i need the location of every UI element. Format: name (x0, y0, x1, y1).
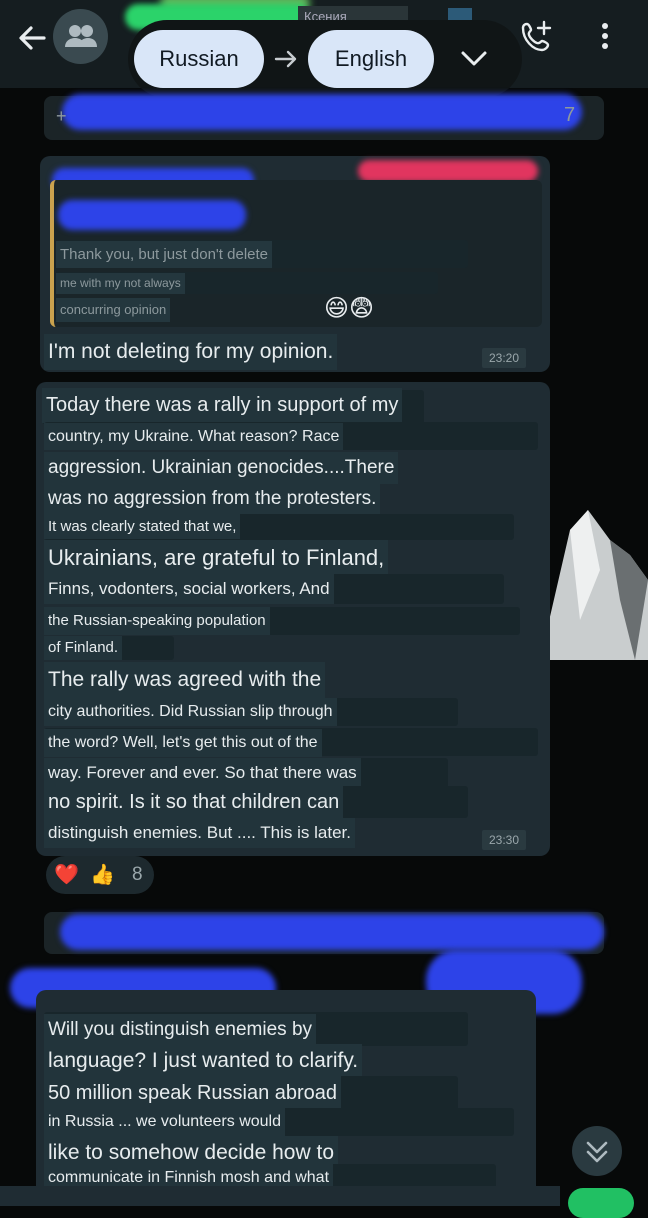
quoted-line: concurring opinion (56, 298, 171, 322)
reaction-count: 8 (132, 864, 143, 885)
message-line: It was clearly stated that we, (44, 514, 241, 539)
message-timestamp: 23:20 (482, 348, 526, 368)
message-line: 50 million speak Russian abroad (44, 1076, 342, 1110)
message-line: Ukrainians, are grateful to Finland, (44, 540, 389, 576)
thumbs-up-emoji: 👍 (90, 864, 115, 886)
more-vert-icon[interactable] (596, 20, 614, 52)
message-line: country, my Ukraine. What reason? Race (44, 423, 344, 450)
wallpaper-mountain (540, 500, 648, 660)
message-line: was no aggression from the protesters. (44, 483, 381, 515)
message-line: Finns, vodonters, social workers, And (44, 574, 334, 604)
double-chevron-down-icon (586, 1141, 608, 1163)
quoted-line: Thank you, but just don't delete (56, 241, 273, 268)
message-line: aggression. Ukrainian genocides....There (44, 452, 399, 484)
message-line: Will you distinguish enemies by (44, 1014, 317, 1046)
message-line: in Russia ... we volunteers would (44, 1108, 285, 1136)
message-line: city authorities. Did Russian slip throu… (44, 698, 337, 726)
redacted-quoted-sender (58, 200, 246, 230)
message-line: distinguish enemies. But .... This is la… (44, 818, 355, 848)
heart-emoji: ❤️ (54, 864, 79, 886)
message-line: Today there was a rally in support of my (42, 388, 403, 423)
source-language-button[interactable]: Russian (134, 30, 264, 88)
message-line: The rally was agreed with the (44, 662, 326, 698)
input-bar-edge (0, 1186, 560, 1206)
group-avatar-icon (65, 25, 97, 47)
redacted-phone-number (62, 94, 582, 130)
message-line: no spirit. Is it so that children can (44, 786, 344, 818)
redacted-phone-number (60, 914, 604, 950)
arrow-right-icon (274, 50, 297, 68)
action-button[interactable] (568, 1188, 634, 1218)
redacted-sender-tag (358, 160, 538, 182)
quoted-line: me with my not always (56, 273, 185, 294)
back-arrow-icon[interactable] (14, 20, 50, 56)
quoted-emoji: 😄😨 (324, 295, 375, 322)
message-timestamp: 23:30 (482, 830, 526, 850)
target-language-button[interactable]: English (308, 30, 434, 88)
message-line: the word? Well, let's get this out of th… (44, 729, 322, 757)
message-line: the Russian-speaking population (44, 607, 270, 635)
message-line: language? I just wanted to clarify. (44, 1044, 363, 1078)
message-line: way. Forever and ever. So that there was (44, 758, 361, 788)
phone-suffix: 7 (564, 104, 576, 126)
add-call-icon[interactable] (519, 18, 555, 54)
avatar[interactable] (53, 9, 108, 64)
chevron-down-icon[interactable] (456, 44, 492, 74)
scroll-to-bottom-button[interactable] (572, 1126, 622, 1176)
message-text: I'm not deleting for my opinion. (44, 334, 338, 370)
phone-plus: + (56, 106, 67, 126)
message-line: of Finland. (44, 636, 123, 660)
